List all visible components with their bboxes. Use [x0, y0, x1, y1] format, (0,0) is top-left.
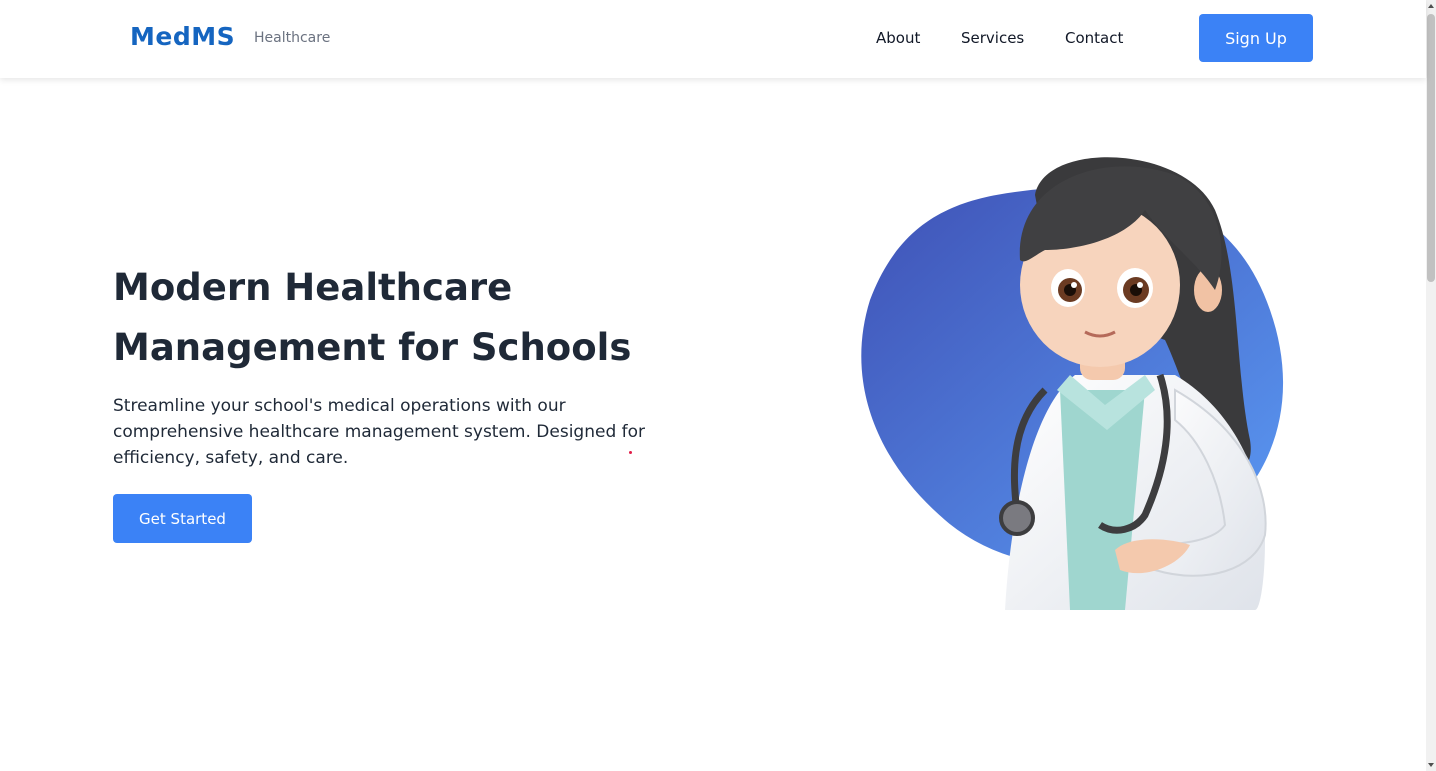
- vertical-scrollbar[interactable]: [1426, 0, 1436, 771]
- scroll-down-arrow-icon[interactable]: [1428, 763, 1434, 767]
- nav-link-services[interactable]: Services: [961, 29, 1024, 47]
- doctor-illustration: [861, 157, 1284, 610]
- logo-tagline: Healthcare: [254, 30, 331, 46]
- hero-title-line-1: Modern Healthcare: [113, 266, 513, 309]
- scroll-up-arrow-icon[interactable]: [1428, 4, 1434, 8]
- scrollbar-thumb[interactable]: [1427, 14, 1435, 282]
- hero-title: Modern Healthcare Management for Schools: [113, 258, 733, 378]
- top-navbar: MedMS Healthcare About Services Contact …: [0, 0, 1426, 78]
- nav-link-about[interactable]: About: [876, 29, 920, 47]
- logo[interactable]: MedMS: [130, 22, 235, 51]
- sign-up-button[interactable]: Sign Up: [1199, 14, 1313, 62]
- get-started-button[interactable]: Get Started: [113, 494, 252, 543]
- stethoscope-chestpiece: [999, 500, 1035, 536]
- hero-title-line-2: Management for Schools: [113, 326, 632, 369]
- cursor-dot: [629, 451, 632, 454]
- nav-link-contact[interactable]: Contact: [1065, 29, 1123, 47]
- hero-description: Streamline your school's medical operati…: [113, 396, 646, 468]
